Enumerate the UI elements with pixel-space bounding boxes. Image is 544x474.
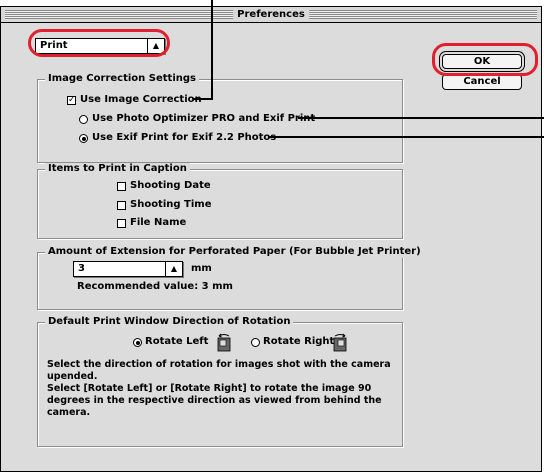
callout-line-exif xyxy=(269,136,544,138)
cancel-button[interactable]: Cancel xyxy=(442,74,522,90)
file-name-label: File Name xyxy=(130,217,187,228)
callout-line-correction xyxy=(193,98,213,100)
extension-popup[interactable]: 3 ▲ xyxy=(73,261,183,277)
shooting-date-checkbox[interactable] xyxy=(117,182,126,191)
photo-optimizer-label: Use Photo Optimizer PRO and Exif Print xyxy=(92,113,316,124)
caption-group xyxy=(37,169,403,239)
window-title: Preferences xyxy=(233,8,309,21)
mode-popup-highlight xyxy=(28,29,170,57)
exif-print-radio[interactable] xyxy=(79,134,88,143)
use-image-correction-checkbox[interactable]: ✓ xyxy=(67,96,76,105)
rotate-left-label: Rotate Left xyxy=(145,336,209,347)
ok-button-highlight xyxy=(432,43,538,76)
shooting-time-label: Shooting Time xyxy=(130,199,212,210)
rotate-left-radio[interactable] xyxy=(133,338,142,347)
shooting-time-checkbox[interactable] xyxy=(117,201,126,210)
camera-rotate-right-icon xyxy=(333,333,347,352)
camera-rotate-left-icon xyxy=(217,333,231,352)
rotation-title: Default Print Window Direction of Rotati… xyxy=(45,316,294,328)
extension-unit: mm xyxy=(191,263,212,274)
use-image-correction-label: Use Image Correction xyxy=(80,94,202,105)
callout-line-vertical xyxy=(211,0,213,100)
callout-line-optimizer xyxy=(298,117,544,119)
file-name-checkbox[interactable] xyxy=(117,219,126,228)
shooting-date-label: Shooting Date xyxy=(130,180,211,191)
rotate-right-label: Rotate Right xyxy=(263,336,335,347)
rotation-description-2: Select [Rotate Left] or [Rotate Right] t… xyxy=(47,383,382,418)
recommended-value: Recommended value: 3 mm xyxy=(77,281,233,292)
rotation-description-1: Select the direction of rotation for ima… xyxy=(47,359,391,382)
caption-title: Items to Print in Caption xyxy=(45,163,190,175)
title-bar[interactable]: Preferences xyxy=(1,7,541,23)
popup-arrows-icon: ▲ xyxy=(165,262,182,276)
extension-title: Amount of Extension for Perforated Paper… xyxy=(45,246,424,258)
image-correction-title: Image Correction Settings xyxy=(45,73,199,85)
exif-print-label: Use Exif Print for Exif 2.2 Photos xyxy=(92,132,277,143)
photo-optimizer-radio[interactable] xyxy=(79,115,88,124)
extension-popup-value: 3 xyxy=(78,263,85,274)
rotate-right-radio[interactable] xyxy=(251,338,260,347)
